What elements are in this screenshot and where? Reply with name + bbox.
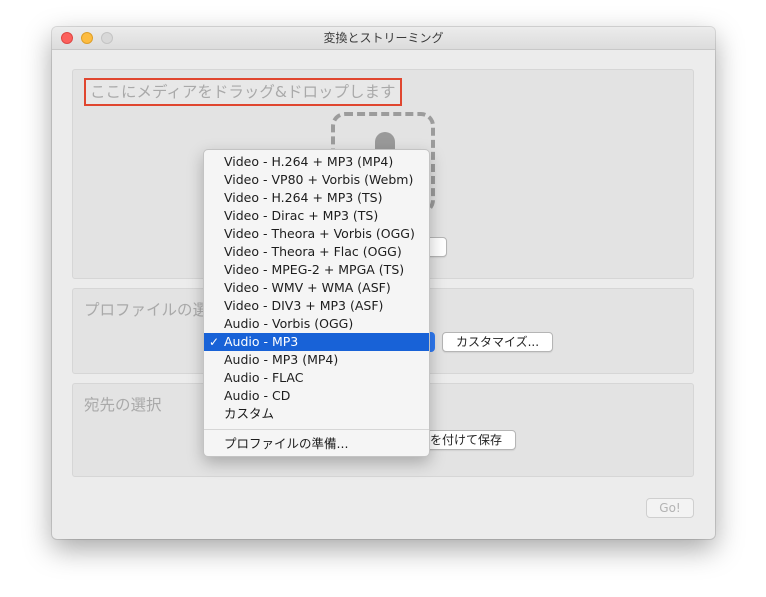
menu-item-label: Video - Theora + Vorbis (OGG) bbox=[224, 226, 415, 241]
menu-item-label: プロファイルの準備... bbox=[224, 436, 349, 451]
menu-item-profile[interactable]: Audio - CD bbox=[204, 387, 429, 405]
window-title: 変換とストリーミング bbox=[323, 31, 444, 45]
menu-item-label: Video - VP80 + Vorbis (Webm) bbox=[224, 172, 414, 187]
profile-dropdown-menu[interactable]: Video - H.264 + MP3 (MP4) Video - VP80 +… bbox=[203, 149, 430, 457]
destination-heading: 宛先の選択 bbox=[84, 396, 162, 414]
menu-item-label: Video - H.264 + MP3 (MP4) bbox=[224, 154, 394, 169]
menu-item-label: Audio - CD bbox=[224, 388, 291, 403]
menu-item-label: Video - H.264 + MP3 (TS) bbox=[224, 190, 383, 205]
menu-item-profile[interactable]: Video - Theora + Flac (OGG) bbox=[204, 243, 429, 261]
menu-item-profile[interactable]: Video - DIV3 + MP3 (ASF) bbox=[204, 297, 429, 315]
menu-item-profile[interactable]: Video - Theora + Vorbis (OGG) bbox=[204, 225, 429, 243]
title-bar[interactable]: 変換とストリーミング bbox=[52, 27, 715, 50]
menu-item-profile[interactable]: Video - WMV + WMA (ASF) bbox=[204, 279, 429, 297]
menu-item-profile[interactable]: Video - H.264 + MP3 (TS) bbox=[204, 189, 429, 207]
menu-item-label: Audio - Vorbis (OGG) bbox=[224, 316, 354, 331]
go-button[interactable]: Go! bbox=[646, 498, 694, 518]
menu-item-profile[interactable]: Audio - MP3 (MP4) bbox=[204, 351, 429, 369]
menu-item-label: Video - DIV3 + MP3 (ASF) bbox=[224, 298, 384, 313]
menu-item-profile[interactable]: Audio - Vorbis (OGG) bbox=[204, 315, 429, 333]
profile-heading: プロファイルの選 bbox=[84, 301, 209, 319]
menu-item-profile[interactable]: Video - Dirac + MP3 (TS) bbox=[204, 207, 429, 225]
menu-item-profile[interactable]: Video - H.264 + MP3 (MP4) bbox=[204, 153, 429, 171]
menu-separator bbox=[204, 429, 429, 430]
menu-item-label: Audio - FLAC bbox=[224, 370, 304, 385]
menu-item-prepare-profile[interactable]: プロファイルの準備... bbox=[204, 435, 429, 453]
checkmark-icon: ✓ bbox=[209, 335, 220, 349]
customize-button[interactable]: カスタマイズ... bbox=[442, 332, 553, 352]
menu-item-label: Audio - MP3 bbox=[224, 334, 299, 349]
save-as-button[interactable]: を付けて保存 bbox=[415, 430, 516, 450]
menu-item-label: Video - WMV + WMA (ASF) bbox=[224, 280, 391, 295]
menu-item-profile[interactable]: Video - MPEG-2 + MPGA (TS) bbox=[204, 261, 429, 279]
drop-media-label: ここにメディアをドラッグ&ドロップします bbox=[84, 78, 402, 106]
menu-item-label: Video - Theora + Flac (OGG) bbox=[224, 244, 402, 259]
menu-item-profile-selected[interactable]: ✓ Audio - MP3 bbox=[204, 333, 429, 351]
menu-item-label: Audio - MP3 (MP4) bbox=[224, 352, 339, 367]
menu-item-profile[interactable]: Audio - FLAC bbox=[204, 369, 429, 387]
menu-item-profile[interactable]: Video - VP80 + Vorbis (Webm) bbox=[204, 171, 429, 189]
menu-item-label: Video - MPEG-2 + MPGA (TS) bbox=[224, 262, 405, 277]
menu-item-custom[interactable]: カスタム bbox=[204, 405, 429, 423]
menu-item-label: カスタム bbox=[224, 406, 275, 421]
menu-item-label: Video - Dirac + MP3 (TS) bbox=[224, 208, 379, 223]
